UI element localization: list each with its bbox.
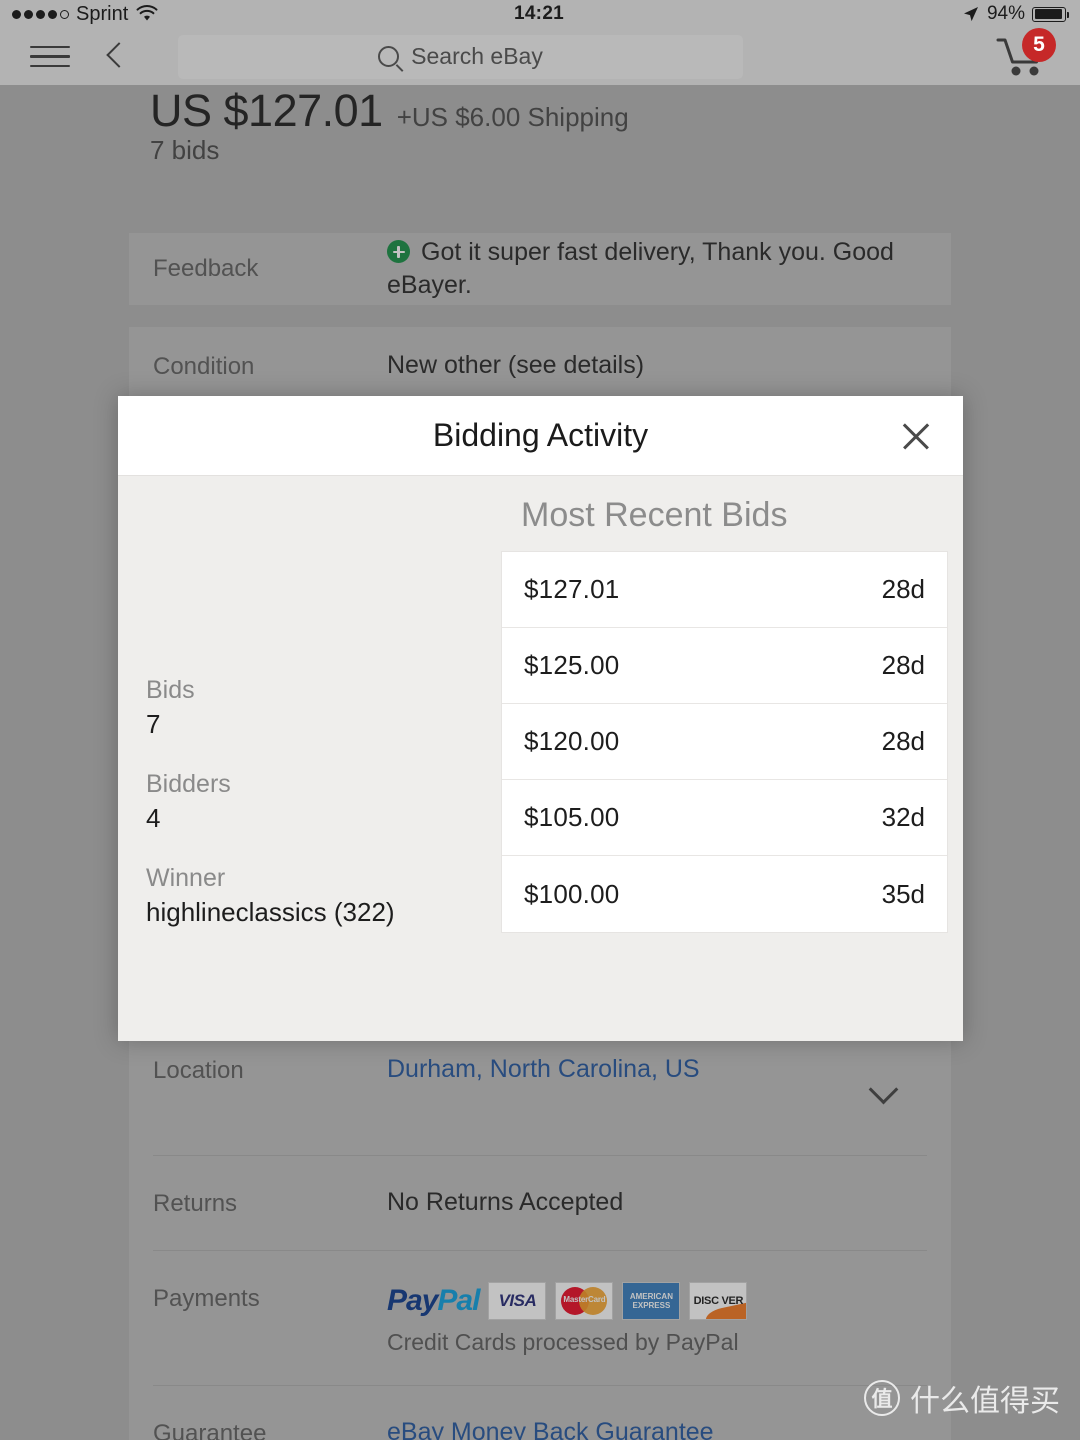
mastercard-logo: MasterCard bbox=[555, 1281, 614, 1320]
bid-row: $120.00 28d bbox=[502, 704, 947, 780]
recent-bids-heading: Most Recent Bids bbox=[521, 496, 788, 534]
row-feedback: Feedback Got it super fast delivery, Tha… bbox=[129, 233, 951, 305]
positive-feedback-plus-icon bbox=[387, 240, 410, 263]
shopping-cart-button[interactable]: 5 bbox=[994, 27, 1056, 80]
watermark: 值 什么值得买 bbox=[864, 1376, 1060, 1420]
location-link[interactable]: Durham, North Carolina, US bbox=[387, 1055, 700, 1083]
location-arrow-icon bbox=[963, 7, 978, 22]
bid-time: 28d bbox=[881, 574, 925, 604]
shipping-payments-card: Location Durham, North Carolina, US Retu… bbox=[129, 1015, 951, 1440]
row-value-feedback: Got it super fast delivery, Thank you. G… bbox=[387, 236, 927, 302]
feedback-card: Feedback Got it super fast delivery, Tha… bbox=[129, 233, 951, 305]
payment-logos: PayPal VISA MasterCard AMERICAN EXPRESS … bbox=[387, 1281, 748, 1321]
summary-label-winner: Winner bbox=[146, 864, 226, 892]
modal-header: Bidding Activity bbox=[118, 396, 963, 476]
close-x-icon[interactable] bbox=[893, 413, 939, 459]
bid-amount: $127.01 bbox=[524, 574, 620, 604]
row-label-feedback: Feedback bbox=[153, 255, 259, 282]
row-label-guarantee: Guarantee bbox=[153, 1420, 267, 1440]
cart-count-badge: 5 bbox=[1022, 27, 1056, 62]
carrier-label: Sprint bbox=[76, 2, 129, 25]
feedback-text: Got it super fast delivery, Thank you. G… bbox=[387, 238, 894, 299]
app-screen: US $127.01 +US $6.00 Shipping 7 bids Fee… bbox=[0, 0, 1080, 1440]
chevron-down-icon[interactable] bbox=[871, 1077, 899, 1105]
row-guarantee[interactable]: Guarantee eBay Money Back Guarantee Get … bbox=[129, 1386, 951, 1440]
summary-label-bids: Bids bbox=[146, 676, 195, 704]
amex-logo: AMERICAN EXPRESS bbox=[622, 1281, 681, 1320]
bid-time: 35d bbox=[881, 878, 925, 909]
watermark-logo: 值 bbox=[864, 1380, 900, 1416]
guarantee-link[interactable]: eBay Money Back Guarantee bbox=[387, 1418, 714, 1440]
bid-row: $125.00 28d bbox=[502, 628, 947, 704]
bid-row: $105.00 32d bbox=[502, 780, 947, 856]
battery-percent-label: 94% bbox=[986, 3, 1026, 24]
summary-value-winner: highlineclassics (322) bbox=[146, 897, 395, 927]
payments-note: Credit Cards processed by PayPal bbox=[387, 1328, 739, 1355]
nav-bar: Search eBay 5 bbox=[0, 27, 1080, 85]
row-condition: Condition New other (see details) bbox=[129, 349, 951, 382]
summary-value-bidders: 4 bbox=[146, 803, 161, 833]
row-label-condition: Condition bbox=[153, 353, 255, 380]
recent-bids-list: $127.01 28d $125.00 28d $120.00 28d $105… bbox=[501, 551, 948, 933]
row-value-returns: No Returns Accepted bbox=[387, 1188, 624, 1216]
bid-amount: $105.00 bbox=[524, 802, 620, 832]
row-label-returns: Returns bbox=[153, 1190, 238, 1217]
hamburger-menu-icon[interactable] bbox=[30, 39, 70, 75]
visa-logo: VISA bbox=[488, 1281, 547, 1320]
bid-time: 32d bbox=[881, 802, 925, 832]
item-shipping: +US $6.00 Shipping bbox=[396, 102, 629, 132]
back-chevron-icon[interactable] bbox=[102, 40, 126, 74]
recent-bids-section: Most Recent Bids $127.01 28d $125.00 28d… bbox=[501, 476, 948, 933]
bid-summary: Bids 7 Bidders 4 Winner highlineclassics… bbox=[146, 676, 395, 928]
status-bar-left: Sprint bbox=[0, 3, 514, 26]
modal-title: Bidding Activity bbox=[432, 417, 649, 453]
bid-row: $127.01 28d bbox=[502, 552, 947, 628]
price-line: US $127.01 +US $6.00 Shipping bbox=[150, 85, 629, 137]
bid-time: 28d bbox=[881, 650, 925, 680]
bids-count-label[interactable]: 7 bids bbox=[150, 135, 219, 166]
paypal-logo: PayPal bbox=[387, 1284, 480, 1317]
status-bar-time: 14:21 bbox=[513, 3, 565, 24]
status-bar: Sprint 14:21 94% bbox=[0, 0, 1080, 28]
modal-body: Bids 7 Bidders 4 Winner highlineclassics… bbox=[118, 476, 963, 1041]
search-placeholder: Search eBay bbox=[411, 43, 543, 69]
row-value-guarantee[interactable]: eBay Money Back Guarantee Get the item y… bbox=[387, 1416, 850, 1440]
bid-time: 28d bbox=[881, 726, 925, 756]
summary-value-bids: 7 bbox=[146, 709, 161, 739]
row-payments: Payments PayPal VISA MasterCard AMERICAN… bbox=[129, 1251, 951, 1385]
search-icon bbox=[378, 46, 400, 67]
bid-amount: $120.00 bbox=[524, 726, 620, 756]
signal-strength-icon bbox=[12, 9, 69, 19]
bidding-activity-modal: Bidding Activity Bids 7 Bidders 4 Winner… bbox=[118, 396, 963, 1041]
discover-logo: DISC VER bbox=[689, 1281, 748, 1320]
row-label-payments: Payments bbox=[153, 1285, 260, 1312]
bid-row: $100.00 35d bbox=[502, 856, 947, 932]
row-value-condition: New other (see details) bbox=[387, 351, 645, 379]
item-price: US $127.01 bbox=[150, 85, 383, 136]
status-bar-right: 94% bbox=[564, 3, 1080, 25]
row-value-payments: PayPal VISA MasterCard AMERICAN EXPRESS … bbox=[387, 1281, 748, 1357]
row-label-location: Location bbox=[153, 1057, 244, 1084]
bid-amount: $100.00 bbox=[524, 878, 620, 909]
battery-full-icon bbox=[1032, 6, 1070, 22]
row-value-location[interactable]: Durham, North Carolina, US bbox=[387, 1053, 700, 1086]
bid-amount: $125.00 bbox=[524, 650, 620, 680]
watermark-text: 什么值得买 bbox=[910, 1385, 1060, 1418]
search-input[interactable]: Search eBay bbox=[178, 34, 743, 79]
wifi-icon bbox=[136, 5, 158, 21]
row-returns: Returns No Returns Accepted bbox=[129, 1156, 951, 1250]
summary-label-bidders: Bidders bbox=[146, 770, 231, 798]
